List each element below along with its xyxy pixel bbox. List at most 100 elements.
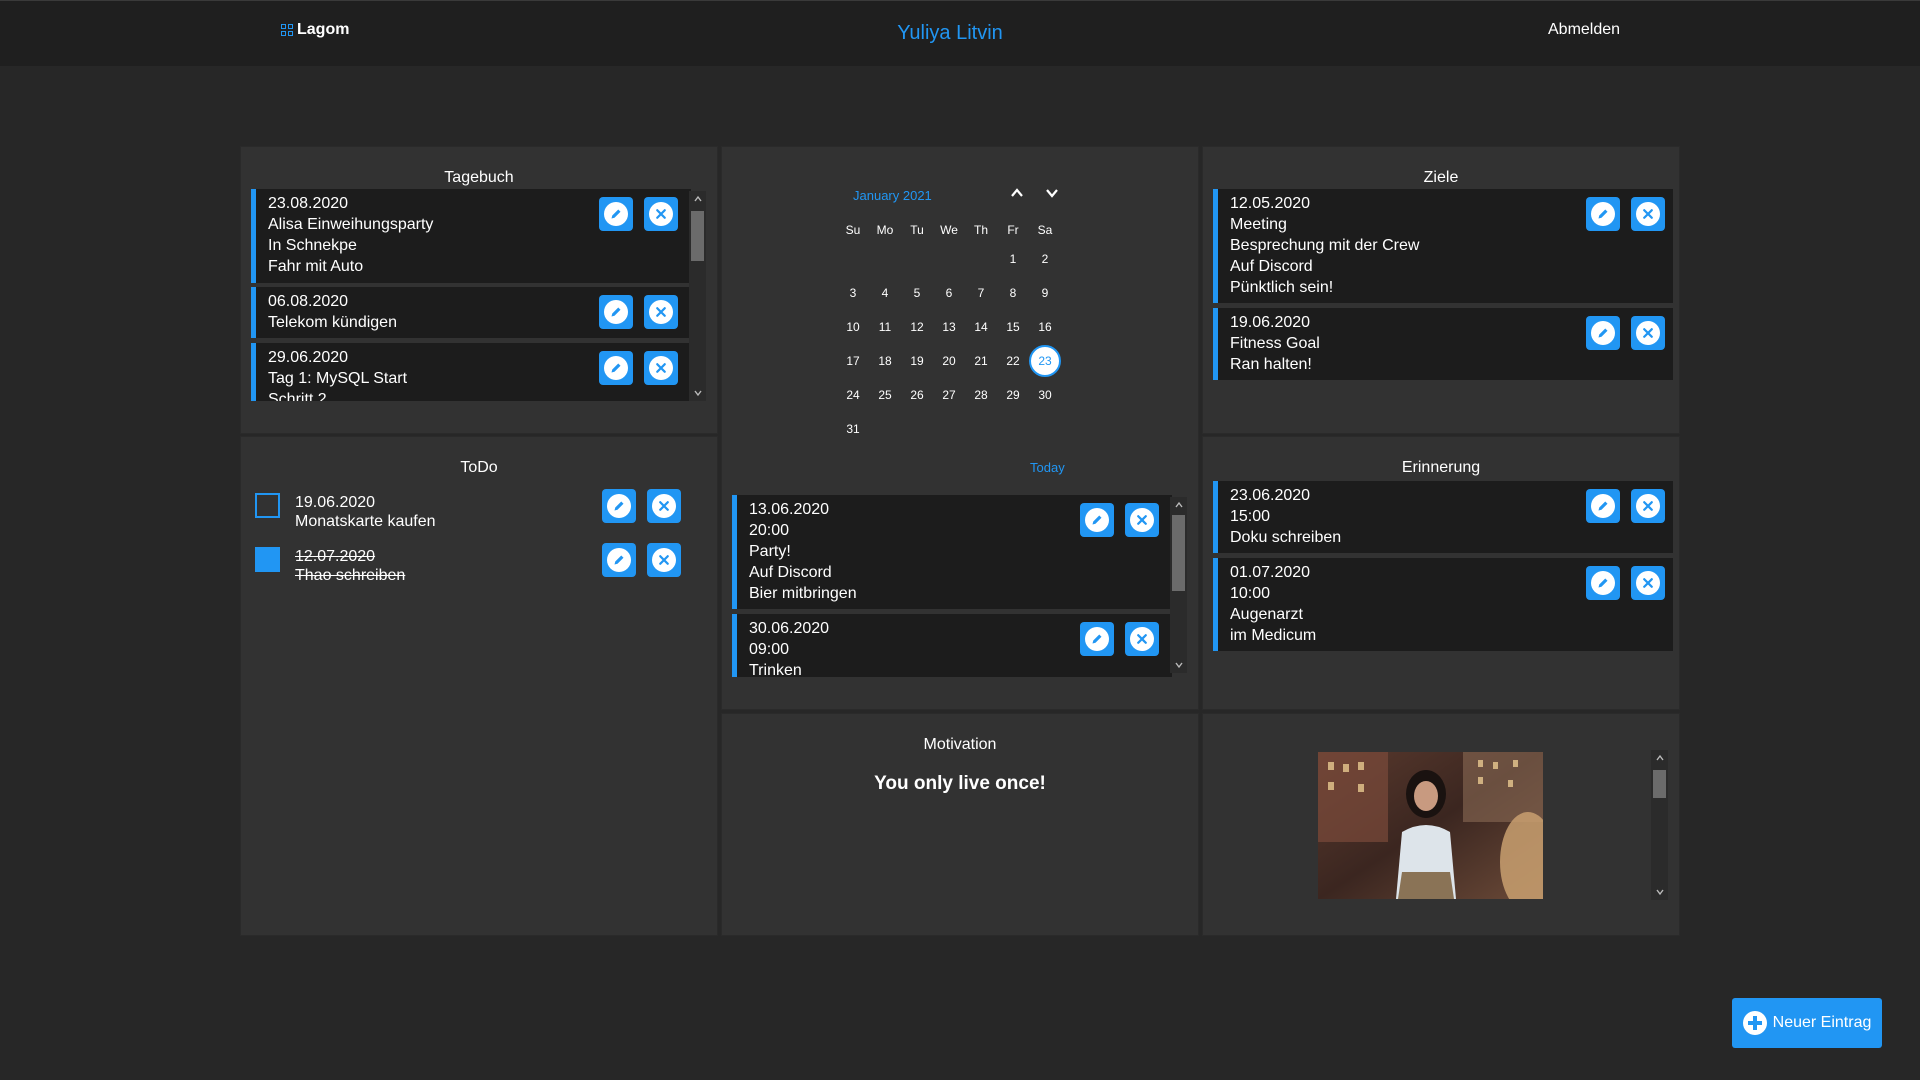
calendar-day[interactable]: 12	[901, 311, 933, 343]
delete-button[interactable]	[1631, 489, 1665, 523]
calendar-day[interactable]: 24	[837, 379, 869, 411]
scroll-down-icon[interactable]	[689, 385, 706, 401]
scroll-thumb[interactable]	[1653, 770, 1666, 798]
entry-line: Tag 1: MySQL Start	[268, 370, 408, 387]
weekday-label: Su	[845, 223, 861, 237]
entry-date: 23.06.2020	[1230, 487, 1311, 504]
diary-scrollbar[interactable]	[689, 191, 706, 401]
calendar-day[interactable]: 20	[933, 345, 965, 377]
goal-entry: 19.06.2020 Fitness Goal Ran halten!	[1213, 308, 1673, 380]
calendar-day-selected[interactable]: 23	[1029, 345, 1061, 377]
delete-button[interactable]	[647, 489, 681, 523]
calendar-day[interactable]: 14	[965, 311, 997, 343]
calendar-day[interactable]: 28	[965, 379, 997, 411]
chevron-up-icon[interactable]	[1009, 185, 1025, 206]
calendar-day[interactable]: 9	[1029, 277, 1061, 309]
edit-button[interactable]	[599, 351, 633, 385]
logout-button[interactable]: Abmelden	[1548, 21, 1620, 39]
delete-button[interactable]	[644, 295, 678, 329]
calendar-day[interactable]: 2	[1029, 243, 1061, 275]
weekday-label: Sa	[1037, 223, 1053, 237]
calendar-day[interactable]: 6	[933, 277, 965, 309]
todo-panel: ToDo 19.06.2020 Monatskarte kaufen 12.07…	[240, 436, 718, 936]
calendar-day[interactable]: 27	[933, 379, 965, 411]
event-list[interactable]: 13.06.2020 20:00 Party! Auf Discord Bier…	[732, 495, 1172, 677]
scroll-thumb[interactable]	[691, 211, 704, 261]
delete-button[interactable]	[647, 543, 681, 577]
calendar-day[interactable]: 29	[997, 379, 1029, 411]
entry-date: 23.08.2020	[268, 195, 349, 212]
delete-button[interactable]	[644, 351, 678, 385]
todo-checkbox[interactable]	[255, 493, 280, 518]
delete-button[interactable]	[1631, 316, 1665, 350]
image-panel	[1202, 713, 1680, 936]
delete-button[interactable]	[1631, 197, 1665, 231]
edit-button[interactable]	[1080, 503, 1114, 537]
edit-button[interactable]	[1586, 566, 1620, 600]
entry-line: Augenarzt	[1230, 606, 1303, 623]
entry-line: In Schnekpe	[268, 237, 357, 254]
calendar-day[interactable]: 18	[869, 345, 901, 377]
chevron-down-icon[interactable]	[1044, 185, 1060, 206]
calendar-day[interactable]: 16	[1029, 311, 1061, 343]
calendar-day[interactable]: 21	[965, 345, 997, 377]
entry-line: Fahr mit Auto	[268, 258, 364, 275]
todo-checkbox[interactable]	[255, 547, 280, 572]
delete-button[interactable]	[1631, 566, 1665, 600]
weekday-label: Tu	[910, 223, 924, 237]
calendar-day[interactable]: 19	[901, 345, 933, 377]
close-icon	[1639, 324, 1657, 342]
delete-button[interactable]	[644, 197, 678, 231]
close-icon	[1639, 205, 1657, 223]
edit-button[interactable]	[599, 197, 633, 231]
calendar-day[interactable]: 17	[837, 345, 869, 377]
calendar-day[interactable]: 7	[965, 277, 997, 309]
scroll-up-icon[interactable]	[1170, 497, 1187, 513]
edit-button[interactable]	[1586, 197, 1620, 231]
calendar-day[interactable]: 4	[869, 277, 901, 309]
calendar-day[interactable]: 11	[869, 311, 901, 343]
calendar-day[interactable]: 5	[901, 277, 933, 309]
pencil-icon	[607, 205, 625, 223]
calendar-day[interactable]: 10	[837, 311, 869, 343]
calendar-day[interactable]: 13	[933, 311, 965, 343]
new-entry-button[interactable]: Neuer Eintrag	[1732, 998, 1882, 1048]
edit-button[interactable]	[599, 295, 633, 329]
entry-line: Ran halten!	[1230, 356, 1312, 373]
calendar-day[interactable]: 25	[869, 379, 901, 411]
entry-line: Schritt 2	[268, 391, 327, 401]
entry-line: Auf Discord	[749, 564, 832, 581]
edit-button[interactable]	[1586, 316, 1620, 350]
today-link[interactable]: Today	[1030, 460, 1065, 475]
calendar-day[interactable]: 8	[997, 277, 1029, 309]
scroll-down-icon[interactable]	[1170, 657, 1187, 673]
entry-line: Auf Discord	[1230, 258, 1313, 275]
diary-list[interactable]: 23.08.2020 Alisa Einweihungsparty In Sch…	[251, 189, 691, 401]
scroll-thumb[interactable]	[1172, 515, 1185, 591]
edit-button[interactable]	[1080, 622, 1114, 656]
entry-line: 10:00	[1230, 585, 1271, 602]
edit-button[interactable]	[1586, 489, 1620, 523]
delete-button[interactable]	[1125, 503, 1159, 537]
todo-item: 19.06.2020 Monatskarte kaufen	[241, 489, 717, 539]
close-icon	[1639, 497, 1657, 515]
scroll-up-icon[interactable]	[689, 191, 706, 207]
calendar-day[interactable]: 31	[837, 413, 869, 445]
entry-date: 01.07.2020	[1230, 564, 1311, 581]
scroll-up-icon[interactable]	[1651, 750, 1668, 766]
calendar-day[interactable]: 15	[997, 311, 1029, 343]
event-scrollbar[interactable]	[1170, 497, 1187, 673]
calendar-month-label[interactable]: January 2021	[853, 188, 932, 203]
event-entry: 13.06.2020 20:00 Party! Auf Discord Bier…	[732, 495, 1172, 609]
image-scrollbar[interactable]	[1651, 750, 1668, 900]
entry-line: Alisa Einweihungsparty	[268, 216, 434, 233]
calendar-day[interactable]: 30	[1029, 379, 1061, 411]
calendar-day[interactable]: 22	[997, 345, 1029, 377]
scroll-down-icon[interactable]	[1651, 884, 1668, 900]
calendar-day[interactable]: 1	[997, 243, 1029, 275]
calendar-day[interactable]: 26	[901, 379, 933, 411]
calendar-day[interactable]: 3	[837, 277, 869, 309]
delete-button[interactable]	[1125, 622, 1159, 656]
edit-button[interactable]	[602, 543, 636, 577]
edit-button[interactable]	[602, 489, 636, 523]
